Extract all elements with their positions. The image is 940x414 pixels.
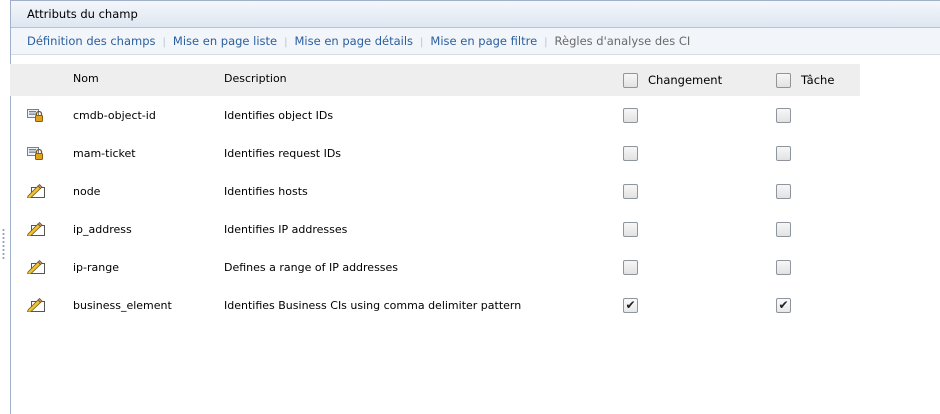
change-checkbox[interactable]: [623, 259, 638, 275]
tab-details-layout[interactable]: Mise en page détails: [294, 34, 413, 48]
tab-list-layout[interactable]: Mise en page liste: [173, 34, 277, 48]
column-header-task-label: Tâche: [801, 73, 835, 87]
change-checkbox[interactable]: [623, 221, 638, 237]
change-checkbox[interactable]: [623, 183, 638, 199]
table-row[interactable]: ip-range Defines a range of IP addresses: [10, 248, 860, 286]
field-description: Identifies hosts: [224, 184, 308, 198]
table-row[interactable]: ip_address Identifies IP addresses: [10, 210, 860, 248]
change-checkbox[interactable]: [623, 145, 638, 161]
field-name: business_element: [73, 298, 172, 312]
column-header-name[interactable]: Nom: [73, 64, 99, 85]
task-checkbox[interactable]: [776, 145, 791, 161]
task-checkbox[interactable]: [776, 107, 791, 123]
tab-separator: |: [284, 37, 288, 48]
task-checkbox[interactable]: [776, 221, 791, 237]
tab-separator: |: [544, 37, 548, 48]
edit-field-icon: [27, 210, 45, 248]
field-description: Defines a range of IP addresses: [224, 260, 399, 274]
edit-field-icon: [27, 172, 45, 210]
edit-field-icon: [27, 286, 45, 324]
change-checkbox[interactable]: ✔: [623, 297, 638, 313]
tab-ci-parsing-rules: Règles d'analyse des CI: [554, 34, 691, 48]
tab-filter-layout[interactable]: Mise en page filtre: [430, 34, 537, 48]
tab-separator: |: [420, 37, 424, 48]
field-name: ip_address: [73, 222, 132, 236]
field-name: mam-ticket: [73, 146, 136, 160]
field-name: ip-range: [73, 260, 119, 274]
locked-field-icon: [27, 134, 43, 172]
field-description: Identifies IP addresses: [224, 222, 348, 236]
change-checkbox[interactable]: [623, 107, 638, 123]
table-row[interactable]: mam-ticket Identifies request IDs: [10, 134, 860, 172]
column-header-change-label: Changement: [648, 73, 723, 87]
table-row[interactable]: cmdb-object-id Identifies object IDs: [10, 96, 860, 134]
field-name: node: [73, 184, 101, 198]
field-description: Identifies Business CIs using comma deli…: [224, 298, 522, 312]
task-checkbox[interactable]: [776, 183, 791, 199]
table-header: Nom Description Changement Tâche: [10, 64, 860, 96]
edit-field-icon: [27, 248, 45, 286]
tab-separator: |: [162, 37, 166, 48]
splitter-grip[interactable]: [2, 228, 5, 260]
locked-field-icon: [27, 96, 43, 134]
column-header-change: Changement: [623, 64, 722, 96]
select-all-change-checkbox[interactable]: [623, 72, 638, 88]
select-all-task-checkbox[interactable]: [776, 72, 791, 88]
task-checkbox[interactable]: ✔: [776, 297, 791, 313]
table-row[interactable]: business_element Identifies Business CIs…: [10, 286, 860, 324]
column-header-description[interactable]: Description: [224, 64, 287, 85]
column-header-task: Tâche: [776, 64, 834, 96]
fields-table: Nom Description Changement Tâche cmdb-ob…: [10, 64, 860, 324]
field-name: cmdb-object-id: [73, 108, 156, 122]
field-description: Identifies object IDs: [224, 108, 334, 122]
table-row[interactable]: node Identifies hosts: [10, 172, 860, 210]
field-description: Identifies request IDs: [224, 146, 342, 160]
tab-bar: Définition des champs | Mise en page liste…: [11, 28, 940, 55]
panel-title: Attributs du champ: [11, 1, 940, 28]
tab-field-definition[interactable]: Définition des champs: [27, 34, 156, 48]
task-checkbox[interactable]: [776, 259, 791, 275]
